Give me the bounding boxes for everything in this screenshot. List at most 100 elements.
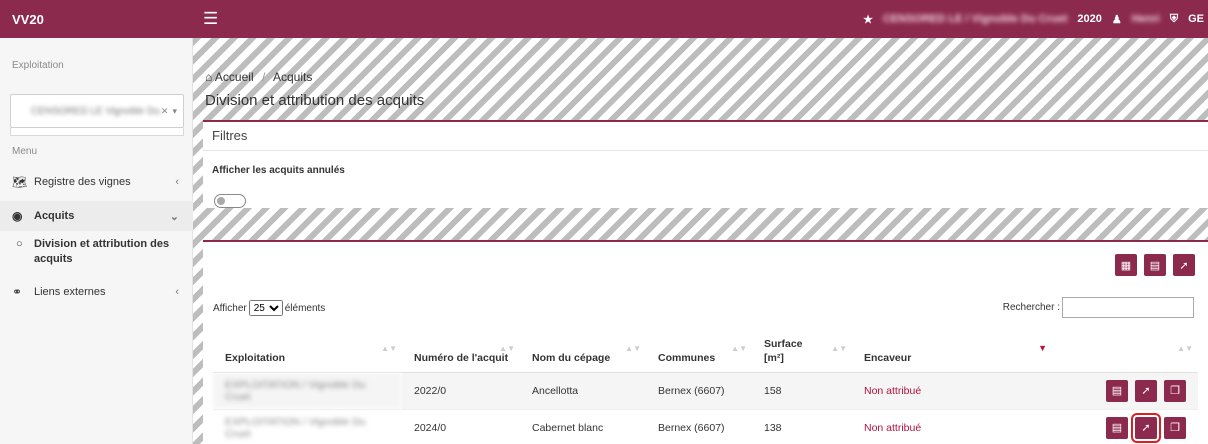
col-encaveur[interactable]: Encaveur ▼ xyxy=(852,327,1052,373)
exploitation-select-value: CENSORED LE Vignoble Du... xyxy=(31,105,161,117)
year-selector[interactable]: 2020 xyxy=(1077,13,1101,25)
col-cepage[interactable]: Nom du cépage ▲▼ xyxy=(520,327,646,373)
sidebar: Exploitation CENSORED LE Vignoble Du... … xyxy=(0,38,193,444)
sidebar-subitem-division[interactable]: ○ Division et attribution des acquits xyxy=(0,237,193,267)
sidebar-item-liens[interactable]: ⚭ Liens externes ‹ xyxy=(0,277,193,307)
table-row[interactable]: EXPLOITATION / Vignoble Du Cruet 2024/0 … xyxy=(213,409,1198,444)
row-pdf-button[interactable]: ▤ xyxy=(1106,416,1128,439)
row-copy-button[interactable]: ❐ xyxy=(1164,379,1186,402)
row-share-button[interactable]: ➚ xyxy=(1131,412,1161,443)
pdf-icon: ▤ xyxy=(1111,422,1123,434)
show-cancelled-label: Afficher les acquits annulés xyxy=(212,165,345,176)
filters-title: Filtres xyxy=(203,122,1208,151)
chevron-left-icon: ‹ xyxy=(175,286,179,298)
copy-icon: ❐ xyxy=(1170,422,1180,434)
row-share-button[interactable]: ➚ xyxy=(1135,379,1157,402)
search-input[interactable] xyxy=(1062,297,1194,318)
page-length: Afficher 25 éléments xyxy=(213,300,325,316)
star-icon[interactable]: ★ xyxy=(863,13,873,26)
row-copy-button[interactable]: ❐ xyxy=(1164,416,1186,439)
sort-icon: ▲▼ xyxy=(381,344,397,353)
user-name[interactable]: Henri xyxy=(1132,13,1160,25)
menu-label: Menu xyxy=(12,146,38,157)
globe-icon: ◉ xyxy=(12,209,23,223)
breadcrumb-current[interactable]: Acquits xyxy=(273,70,312,84)
cell-commune: Bernex (6607) xyxy=(646,372,752,410)
cell-numero: 2024/0 xyxy=(402,409,520,444)
cell-actions: ▤ ➚ ❐ xyxy=(1052,409,1198,444)
exploitation-select[interactable]: CENSORED LE Vignoble Du... ✕ ▾ xyxy=(10,94,184,128)
filters-panel: Filtres Afficher les acquits annulés xyxy=(203,120,1208,208)
header-label: Encaveur xyxy=(864,351,912,364)
page-length-suffix: éléments xyxy=(284,302,326,314)
sort-icon: ▲▼ xyxy=(731,344,747,353)
cell-exploitation: EXPLOITATION / Vignoble Du Cruet xyxy=(213,372,402,410)
header-label: Numéro de l'acquit xyxy=(414,351,509,364)
page-length-select[interactable]: 25 xyxy=(248,300,283,316)
cell-exploitation: EXPLOITATION / Vignoble Du Cruet xyxy=(213,409,402,444)
table-panel: ▦ ▤ ➚ Afficher 25 éléments Rechercher : … xyxy=(203,240,1208,444)
chevron-down-icon[interactable]: ▾ xyxy=(172,106,177,117)
export-pdf-button[interactable]: ▤ xyxy=(1144,254,1166,276)
col-numero[interactable]: Numéro de l'acquit ▲▼ xyxy=(402,327,520,373)
chevron-down-icon: ⌄ xyxy=(169,210,179,223)
clear-icon[interactable]: ✕ xyxy=(161,106,169,117)
table-search: Rechercher : xyxy=(1003,297,1194,318)
app-brand[interactable]: VV20 xyxy=(0,12,193,27)
cell-numero: 2022/0 xyxy=(402,372,520,410)
col-communes[interactable]: Communes ▲▼ xyxy=(646,327,752,373)
cell-surface: 158 xyxy=(752,372,852,410)
sidebar-item-label: Liens externes xyxy=(34,286,106,298)
acquits-table: Exploitation ▲▼ Numéro de l'acquit ▲▼ Nom … xyxy=(213,327,1198,444)
user-icon[interactable]: ♟ xyxy=(1112,13,1122,26)
export-share-button[interactable]: ➚ xyxy=(1173,254,1195,276)
table-row[interactable]: EXPLOITATION / Vignoble Du Cruet 2022/0 … xyxy=(213,372,1198,410)
breadcrumb-separator: / xyxy=(261,70,266,84)
pdf-icon: ▤ xyxy=(1149,259,1161,272)
col-exploitation[interactable]: Exploitation ▲▼ xyxy=(213,327,402,373)
hamburger-icon[interactable]: ☰ xyxy=(193,9,218,29)
share-icon: ➚ xyxy=(1141,422,1151,434)
export-excel-button[interactable]: ▦ xyxy=(1115,254,1137,276)
breadcrumb-home[interactable]: Accueil xyxy=(215,70,254,84)
toggle-knob xyxy=(217,197,225,205)
main-content: ⌂ Accueil / Acquits Division et attribut… xyxy=(193,38,1208,444)
circle-icon: ○ xyxy=(16,238,23,250)
share-icon: ➚ xyxy=(1141,385,1151,397)
cell-encaveur: Non attribué xyxy=(852,409,1052,444)
search-label: Rechercher : xyxy=(1002,302,1060,313)
show-cancelled-toggle[interactable] xyxy=(214,194,246,208)
header-label: Exploitation xyxy=(225,351,286,364)
export-buttons: ▦ ▤ ➚ xyxy=(1115,254,1195,276)
pdf-icon: ▤ xyxy=(1111,385,1123,397)
share-icon: ➚ xyxy=(1179,259,1189,272)
row-pdf-button[interactable]: ▤ xyxy=(1106,379,1128,402)
top-navbar: VV20 ☰ ★ CENSORED LE / Vignoble Du Cruet… xyxy=(0,0,1208,38)
cell-cepage: Ancellotta xyxy=(520,372,646,410)
sidebar-item-registre[interactable]: 🗺 Registre des vignes ‹ xyxy=(0,167,193,197)
header-label: Nom du cépage xyxy=(532,351,611,364)
sidebar-item-label: Acquits xyxy=(34,210,75,222)
sort-desc-icon: ▼ xyxy=(1038,343,1047,353)
page-title: Division et attribution des acquits xyxy=(205,92,425,109)
header-label: Communes xyxy=(658,351,716,364)
cell-cepage: Cabernet blanc xyxy=(520,409,646,444)
table-header-row: Exploitation ▲▼ Numéro de l'acquit ▲▼ Nom … xyxy=(213,327,1198,373)
shield-icon[interactable]: ⛨ xyxy=(1170,13,1178,26)
sidebar-item-acquits[interactable]: ◉ Acquits ⌄ xyxy=(0,201,193,231)
map-icon: 🗺 xyxy=(12,175,28,189)
language-selector[interactable]: GE xyxy=(1188,13,1204,25)
home-icon[interactable]: ⌂ xyxy=(205,70,212,84)
col-surface[interactable]: Surface [m²] ▲▼ xyxy=(752,327,852,373)
sort-icon: ▲▼ xyxy=(831,344,847,353)
sort-icon: ▲▼ xyxy=(625,344,641,353)
current-exploitation[interactable]: CENSORED LE / Vignoble Du Cruet xyxy=(883,13,1067,25)
page-length-prefix: Afficher xyxy=(213,302,247,314)
chevron-left-icon: ‹ xyxy=(175,176,179,188)
exploitation-label: Exploitation xyxy=(12,60,64,71)
cell-encaveur: Non attribué xyxy=(852,372,1052,410)
copy-icon: ❐ xyxy=(1170,385,1180,397)
excel-icon: ▦ xyxy=(1120,259,1132,272)
link-icon: ⚭ xyxy=(12,285,23,299)
sidebar-subitem-label: Division et attribution des acquits xyxy=(34,238,170,265)
